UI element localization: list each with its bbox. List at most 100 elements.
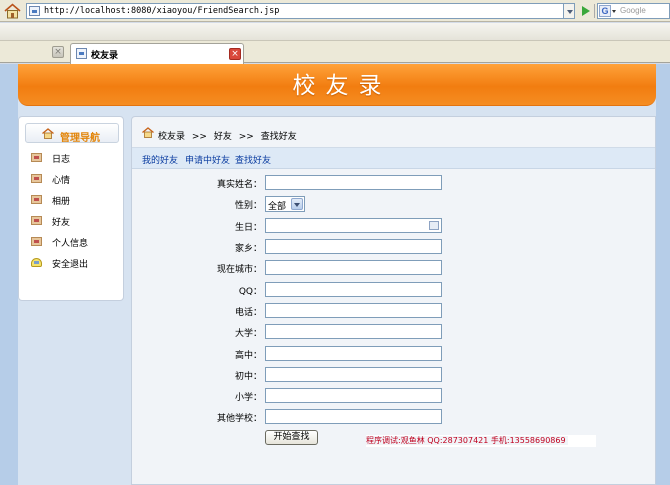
form-row-phone: 电话：	[132, 303, 655, 319]
friends-subnav: 我的好友 申请中好友 查找好友	[132, 147, 655, 169]
main-panel: 校友录 >> 好友 >> 查找好友 我的好友 申请中好友 查找好友 真实姓名： …	[131, 116, 656, 485]
link-find-friends[interactable]: 查找好友	[235, 153, 271, 166]
breadcrumb-separator: >>	[238, 132, 254, 142]
current-city-label: 现在城市：	[216, 265, 262, 275]
breadcrumb-home[interactable]: 校友录	[158, 132, 185, 142]
form-row-middle-school: 初中：	[132, 367, 655, 383]
logout-icon	[31, 258, 42, 267]
search-engine-dropdown-icon[interactable]	[612, 10, 616, 13]
sidebar-item-profile[interactable]: 个人信息	[29, 235, 119, 249]
primary-school-input[interactable]	[265, 388, 442, 403]
go-button[interactable]	[578, 3, 592, 19]
diary-icon	[31, 153, 42, 162]
page-viewport: 校友录 管理导航 日志 心情 相册 好友 个人信息 安全退出 校友录 >> 好友…	[0, 64, 670, 485]
sidebar-item-label: 个人信息	[52, 239, 89, 249]
toolbar-separator	[594, 4, 595, 18]
page-side-band-right	[656, 64, 670, 485]
mood-icon	[31, 174, 42, 183]
university-label: 大学：	[234, 329, 262, 339]
tab-close-icon[interactable]: ×	[229, 48, 241, 60]
sidebar-item-label: 相册	[52, 197, 71, 207]
form-row-university: 大学：	[132, 324, 655, 340]
album-icon	[31, 195, 42, 204]
tab-scroll-icon[interactable]: ×	[52, 46, 64, 58]
developer-contact-note: 程序调试:观鱼林 QQ:287307421 手机:13558690869	[366, 435, 596, 447]
tab-bar: × 校友录 ×	[0, 41, 670, 64]
phone-input[interactable]	[265, 303, 442, 318]
home-icon	[42, 128, 54, 139]
sidebar-item-label: 日志	[52, 155, 71, 165]
tab-favicon-icon	[76, 48, 87, 59]
form-row-qq: QQ：	[132, 282, 655, 298]
site-title: 校友录	[292, 73, 392, 99]
link-my-friends[interactable]: 我的好友	[142, 153, 178, 166]
hometown-label: 家乡：	[234, 244, 262, 254]
gender-label: 性别：	[234, 201, 262, 211]
home-icon[interactable]	[4, 3, 21, 19]
address-toolbar: http://localhost:8080/xiaoyou/FriendSear…	[0, 0, 670, 22]
home-icon	[142, 127, 154, 138]
sidebar-item-logout[interactable]: 安全退出	[29, 256, 119, 270]
url-input[interactable]: http://localhost:8080/xiaoyou/FriendSear…	[26, 3, 564, 19]
form-row-birthday: 生日：	[132, 218, 655, 234]
tab-active[interactable]: 校友录 ×	[70, 43, 244, 64]
chevron-down-icon[interactable]	[291, 198, 303, 210]
hometown-input[interactable]	[265, 239, 442, 254]
middle-school-input[interactable]	[265, 367, 442, 382]
current-city-input[interactable]	[265, 260, 442, 275]
breadcrumb-separator: >>	[191, 132, 207, 142]
url-text: http://localhost:8080/xiaoyou/FriendSear…	[44, 6, 280, 16]
qq-label: QQ：	[238, 287, 262, 297]
tab-title: 校友录	[91, 51, 119, 61]
sidebar-header-label: 管理导航	[60, 133, 100, 144]
google-logo-icon[interactable]: G	[599, 5, 611, 17]
sidebar-item-label: 心情	[52, 176, 71, 186]
sidebar-header: 管理导航	[25, 123, 119, 144]
sidebar-item-label: 安全退出	[52, 260, 89, 270]
high-school-input[interactable]	[265, 346, 442, 361]
form-row-gender: 性别： 全部	[132, 196, 655, 212]
breadcrumb: 校友录 >> 好友 >> 查找好友	[132, 117, 655, 147]
breadcrumb-friends[interactable]: 好友	[214, 132, 232, 142]
middle-school-label: 初中：	[234, 372, 262, 382]
page-side-band-left	[0, 64, 18, 485]
high-school-label: 高中：	[234, 351, 262, 361]
birthday-label: 生日：	[234, 223, 262, 233]
phone-label: 电话：	[234, 308, 262, 318]
other-school-label: 其他学校：	[216, 414, 262, 424]
birthday-input[interactable]	[265, 218, 442, 233]
gender-select-value: 全部	[268, 202, 287, 212]
other-school-input[interactable]	[265, 409, 442, 424]
search-input[interactable]: G Google	[597, 3, 670, 19]
realname-input[interactable]	[265, 175, 442, 190]
url-history-dropdown[interactable]	[564, 3, 575, 19]
start-search-button[interactable]: 开始查找	[265, 430, 318, 445]
developer-contact-text: 程序调试:观鱼林 QQ:287307421 手机:13558690869	[366, 436, 568, 445]
page-icon	[29, 6, 40, 16]
sidebar-item-friends[interactable]: 好友	[29, 214, 119, 228]
form-row-high-school: 高中：	[132, 346, 655, 362]
form-row-primary-school: 小学：	[132, 388, 655, 404]
form-row-realname: 真实姓名：	[132, 175, 655, 191]
form-row-current-city: 现在城市：	[132, 260, 655, 276]
link-pending-friends[interactable]: 申请中好友	[185, 153, 230, 166]
sidebar-item-label: 好友	[52, 218, 71, 228]
bookmarks-toolbar	[0, 23, 670, 41]
search-placeholder: Google	[620, 6, 646, 15]
calendar-icon[interactable]	[429, 221, 439, 230]
qq-input[interactable]	[265, 282, 442, 297]
profile-icon	[31, 237, 42, 246]
friends-icon	[31, 216, 42, 225]
sidebar-item-mood[interactable]: 心情	[29, 172, 119, 186]
breadcrumb-current: 查找好友	[260, 132, 297, 142]
university-input[interactable]	[265, 324, 442, 339]
gender-select[interactable]: 全部	[265, 196, 305, 212]
sidebar: 管理导航 日志 心情 相册 好友 个人信息 安全退出	[18, 116, 124, 301]
sidebar-item-album[interactable]: 相册	[29, 193, 119, 207]
form-row-hometown: 家乡：	[132, 239, 655, 255]
realname-label: 真实姓名：	[216, 180, 262, 190]
site-banner: 校友录	[18, 64, 656, 106]
sidebar-item-diary[interactable]: 日志	[29, 151, 119, 165]
form-row-other-school: 其他学校：	[132, 409, 655, 425]
primary-school-label: 小学：	[234, 393, 262, 403]
